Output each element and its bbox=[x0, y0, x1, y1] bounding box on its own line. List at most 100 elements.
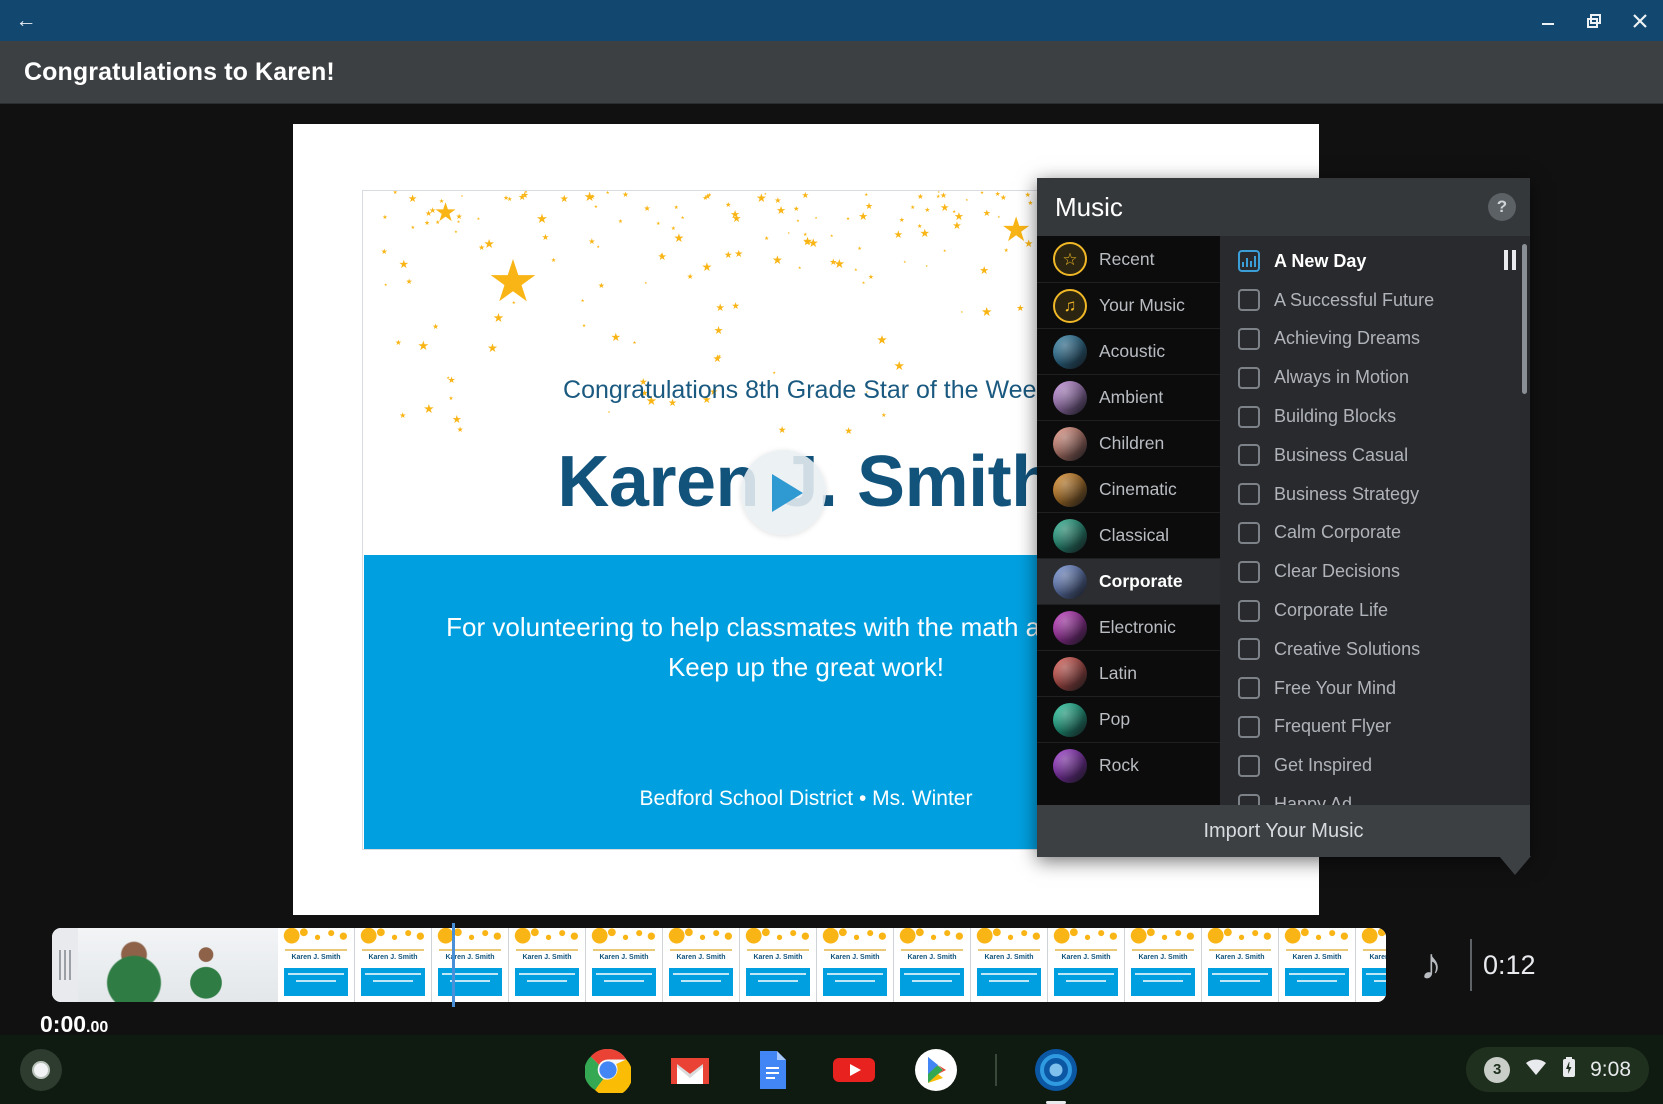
synth-icon bbox=[1053, 610, 1087, 645]
genre-item-latin[interactable]: Latin bbox=[1037, 650, 1220, 696]
youtube-icon[interactable] bbox=[831, 1047, 877, 1093]
track-item[interactable]: A New Day bbox=[1220, 242, 1530, 281]
genre-list[interactable]: ☆ Recent ♫ Your Music Acoustic Ambient Childre… bbox=[1037, 236, 1220, 805]
timeline-thumbnail[interactable]: Karen J. Smith bbox=[1202, 928, 1279, 1002]
track-item[interactable]: Creative Solutions bbox=[1220, 630, 1530, 669]
track-checkbox[interactable] bbox=[1238, 560, 1260, 583]
track-checkbox[interactable] bbox=[1238, 444, 1260, 467]
star-icon: ★ bbox=[734, 249, 744, 261]
track-checkbox[interactable] bbox=[1238, 366, 1260, 389]
track-checkbox[interactable] bbox=[1238, 754, 1260, 777]
star-icon: ★ bbox=[518, 192, 527, 203]
thumb-title: Karen J. Smith bbox=[1061, 954, 1111, 961]
wevideo-icon[interactable] bbox=[1033, 1047, 1079, 1093]
timeline-filmstrip[interactable]: Karen J. Smith Karen J. Smith Karen J. Smi… bbox=[52, 928, 1386, 1002]
genre-item-acoustic[interactable]: Acoustic bbox=[1037, 328, 1220, 374]
restore-button[interactable] bbox=[1571, 0, 1617, 41]
genre-item-electronic[interactable]: Electronic bbox=[1037, 604, 1220, 650]
timeline-thumbnail[interactable]: Karen J. Smith bbox=[894, 928, 971, 1002]
music-dialog: Music ? ☆ Recent ♫ Your Music Acoustic Ambien… bbox=[1037, 178, 1531, 875]
track-item[interactable]: Achieving Dreams bbox=[1220, 320, 1530, 359]
track-item[interactable]: Always in Motion bbox=[1220, 358, 1530, 397]
genre-item-ambient[interactable]: Ambient bbox=[1037, 374, 1220, 420]
genre-item-classical[interactable]: Classical bbox=[1037, 512, 1220, 558]
track-item[interactable]: Happy Ad bbox=[1220, 785, 1530, 805]
track-checkbox[interactable] bbox=[1238, 793, 1260, 805]
timeline-thumbnail[interactable]: Karen J. Smith bbox=[740, 928, 817, 1002]
track-item[interactable]: A Successful Future bbox=[1220, 281, 1530, 320]
genre-item-children[interactable]: Children bbox=[1037, 420, 1220, 466]
timeline-thumbnail[interactable]: Karen J. Smith bbox=[509, 928, 586, 1002]
track-item[interactable]: Corporate Life bbox=[1220, 591, 1530, 630]
docs-icon[interactable] bbox=[749, 1047, 795, 1093]
timeline-thumbnail[interactable]: Karen J. Smith bbox=[432, 928, 509, 1002]
back-arrow-icon[interactable]: ← bbox=[0, 0, 52, 41]
track-checkbox[interactable] bbox=[1238, 638, 1260, 661]
play-store-icon[interactable] bbox=[913, 1047, 959, 1093]
star-icon: ★ bbox=[383, 282, 388, 288]
trim-handle-left[interactable] bbox=[52, 928, 78, 1002]
import-your-music-button[interactable]: Import Your Music bbox=[1037, 805, 1531, 875]
star-icon: ★ bbox=[981, 305, 993, 320]
genre-item-corporate[interactable]: Corporate bbox=[1037, 558, 1220, 604]
timeline-thumbnail[interactable]: Karen J. Smith bbox=[663, 928, 740, 1002]
star-icon: ★ bbox=[853, 267, 858, 273]
track-checkbox[interactable] bbox=[1238, 521, 1260, 544]
genre-item-rock[interactable]: Rock bbox=[1037, 742, 1220, 788]
track-checkbox[interactable] bbox=[1238, 483, 1260, 506]
timeline-thumbnail[interactable]: Karen J. Smith bbox=[586, 928, 663, 1002]
track-item[interactable]: Business Strategy bbox=[1220, 475, 1530, 514]
thumb-title: Karen J. Smith bbox=[676, 954, 726, 961]
playhead[interactable] bbox=[452, 923, 455, 1007]
star-icon: ★ bbox=[801, 191, 810, 201]
track-checkbox[interactable] bbox=[1238, 289, 1260, 312]
chrome-icon[interactable] bbox=[583, 1047, 632, 1097]
pause-button[interactable] bbox=[1504, 250, 1516, 270]
timeline-thumbnail[interactable]: Karen J. Smith bbox=[278, 928, 355, 1002]
track-checkbox[interactable] bbox=[1238, 677, 1260, 700]
timeline-thumbnail[interactable]: Karen J. Smith bbox=[1125, 928, 1202, 1002]
video-clip[interactable] bbox=[78, 928, 278, 1002]
play-preview-button[interactable] bbox=[741, 450, 826, 535]
track-list-scrollbar[interactable] bbox=[1522, 244, 1527, 394]
genre-item-cinematic[interactable]: Cinematic bbox=[1037, 466, 1220, 512]
timeline-thumbnail[interactable]: Karen J. Smith bbox=[1048, 928, 1125, 1002]
track-item[interactable]: Calm Corporate bbox=[1220, 514, 1530, 553]
thumb-line bbox=[681, 980, 721, 982]
timeline-thumbnail[interactable]: Karen J. Smith bbox=[971, 928, 1048, 1002]
track-checkbox[interactable] bbox=[1238, 405, 1260, 428]
star-confetti bbox=[586, 928, 662, 945]
track-list[interactable]: A New Day A Successful Future Achieving Dr… bbox=[1220, 236, 1530, 805]
thumb-band bbox=[823, 968, 887, 996]
track-checkbox[interactable] bbox=[1238, 327, 1260, 350]
gmail-icon[interactable] bbox=[667, 1047, 713, 1093]
timeline-thumbnail[interactable]: Karen J. Smith bbox=[355, 928, 432, 1002]
track-item[interactable]: Get Inspired bbox=[1220, 746, 1530, 785]
genre-item-recent[interactable]: ☆ Recent bbox=[1037, 236, 1220, 282]
track-label: Building Blocks bbox=[1274, 406, 1397, 427]
genre-item-pop[interactable]: Pop bbox=[1037, 696, 1220, 742]
track-checkbox[interactable] bbox=[1238, 599, 1260, 622]
music-note-icon[interactable]: ♪ bbox=[1400, 934, 1462, 996]
shelf-divider bbox=[994, 1053, 997, 1086]
equalizer-icon[interactable] bbox=[1238, 250, 1260, 273]
timeline-thumbnail[interactable]: Karen J. Smith bbox=[1356, 928, 1386, 1002]
track-item[interactable]: Building Blocks bbox=[1220, 397, 1530, 436]
track-label: Calm Corporate bbox=[1274, 522, 1402, 543]
system-tray[interactable]: 3 9:08 bbox=[1466, 1047, 1649, 1092]
minimize-button[interactable] bbox=[1525, 0, 1571, 41]
thumb-line bbox=[904, 973, 960, 975]
wifi-icon bbox=[1524, 1057, 1548, 1082]
track-item[interactable]: Clear Decisions bbox=[1220, 552, 1530, 591]
close-button[interactable] bbox=[1617, 0, 1663, 41]
timeline-thumbnail[interactable]: Karen J. Smith bbox=[817, 928, 894, 1002]
shelf-app-icons bbox=[0, 1035, 1663, 1104]
help-icon[interactable]: ? bbox=[1488, 193, 1516, 221]
track-item[interactable]: Business Casual bbox=[1220, 436, 1530, 475]
genre-item-your-music[interactable]: ♫ Your Music bbox=[1037, 282, 1220, 328]
track-item[interactable]: Free Your Mind bbox=[1220, 669, 1530, 708]
timeline-thumbnail[interactable]: Karen J. Smith bbox=[1279, 928, 1356, 1002]
track-checkbox[interactable] bbox=[1238, 715, 1260, 738]
star-icon: ★ bbox=[673, 204, 679, 211]
track-item[interactable]: Frequent Flyer bbox=[1220, 708, 1530, 747]
